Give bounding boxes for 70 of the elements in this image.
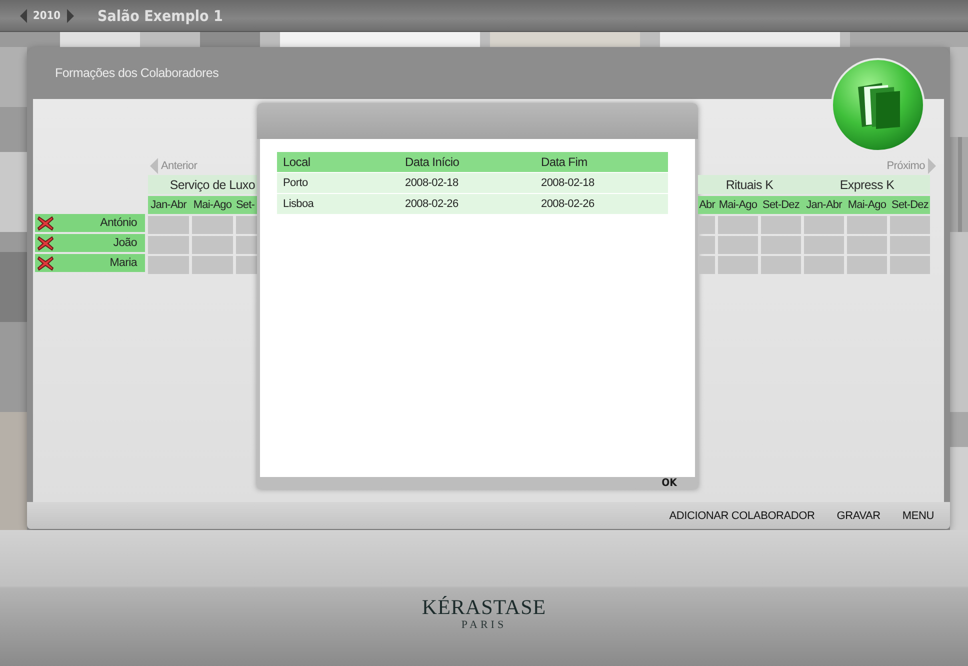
action-button[interactable]: ADICIONAR COLABORADOR	[669, 510, 815, 522]
column-header: Data Fim	[540, 155, 588, 169]
schedule-cell[interactable]	[804, 256, 844, 274]
schedule-cell[interactable]	[148, 256, 189, 274]
schedule-cell[interactable]	[718, 236, 758, 254]
remove-button[interactable]	[37, 216, 54, 230]
action-button[interactable]: GRAVAR	[836, 510, 880, 522]
schedule-cell[interactable]	[192, 256, 233, 274]
schedule-cell[interactable]	[718, 256, 758, 274]
schedule-cell[interactable]	[761, 236, 801, 254]
table-cell-text: 2008-02-26	[404, 198, 460, 210]
period-header: Jan-Abr	[150, 198, 188, 213]
remove-button[interactable]	[37, 256, 54, 270]
cross-icon	[37, 236, 54, 250]
period-header: Set-Dez	[762, 198, 800, 213]
period-header: Set-Dez	[890, 198, 930, 213]
schedule-cell[interactable]	[718, 216, 758, 234]
schedule-cell[interactable]	[148, 216, 189, 234]
brand-logo: KÉRASTASE	[422, 596, 546, 618]
schedule-cell[interactable]	[761, 216, 801, 234]
period-header: Abr	[698, 198, 715, 213]
collaborator-name: António	[100, 217, 137, 229]
period-header: Jan-Abr	[805, 198, 844, 213]
salon-title: Salão Exemplo 1	[98, 6, 223, 24]
action-button[interactable]: MENU	[902, 510, 934, 522]
table-cell-text: Lisboa	[282, 198, 315, 210]
table-cell-text: 2008-02-18	[540, 177, 596, 189]
schedule-cell[interactable]	[761, 256, 801, 274]
table-cell-text: 2008-02-18	[404, 177, 460, 189]
schedule-cell[interactable]	[847, 256, 887, 274]
brand-tagline: PARIS	[461, 619, 507, 631]
schedule-cell[interactable]	[804, 216, 844, 234]
column-header: Local	[282, 155, 312, 169]
schedule-cell[interactable]	[698, 216, 715, 234]
table-cell-text: Porto	[282, 177, 309, 189]
year-label: 2010	[33, 9, 61, 22]
previous-year-button[interactable]	[20, 8, 27, 22]
schedule-cell[interactable]	[192, 216, 233, 234]
period-header: Mai-Ago	[847, 198, 887, 213]
schedule-cell[interactable]	[847, 236, 887, 254]
left-arrow-icon	[150, 158, 158, 174]
schedule-cell[interactable]	[236, 236, 257, 254]
right-arrow-icon	[66, 8, 74, 22]
cross-icon	[37, 216, 54, 230]
schedule-cell[interactable]	[890, 256, 930, 274]
schedule-cell[interactable]	[236, 216, 257, 234]
schedule-cell[interactable]	[890, 236, 930, 254]
left-arrow-icon	[20, 8, 27, 22]
period-header: Set-	[236, 198, 256, 213]
right-arrow-icon	[928, 158, 936, 174]
ok-button[interactable]: OK	[662, 477, 677, 489]
schedule-cell[interactable]	[148, 236, 189, 254]
next-year-button[interactable]	[66, 8, 74, 22]
schedule-cell[interactable]	[804, 236, 844, 254]
period-header: Mai-Ago	[718, 198, 758, 213]
period-header: Mai-Ago	[192, 198, 233, 213]
cross-icon	[37, 256, 54, 270]
collaborator-name: João	[113, 237, 137, 249]
schedule-cell[interactable]	[192, 236, 233, 254]
folders-icon	[830, 57, 926, 153]
remove-button[interactable]	[37, 236, 54, 250]
collaborator-name: Maria	[110, 257, 137, 269]
schedule-cell[interactable]	[236, 256, 257, 274]
schedule-cell[interactable]	[698, 256, 715, 274]
schedule-cell[interactable]	[890, 216, 930, 234]
schedule-cell[interactable]	[698, 236, 715, 254]
column-header: Data Início	[404, 155, 460, 169]
schedule-cell[interactable]	[847, 216, 887, 234]
table-cell-text: 2008-02-26	[540, 198, 596, 210]
panel-title: Formações dos Colaboradores	[55, 66, 219, 80]
